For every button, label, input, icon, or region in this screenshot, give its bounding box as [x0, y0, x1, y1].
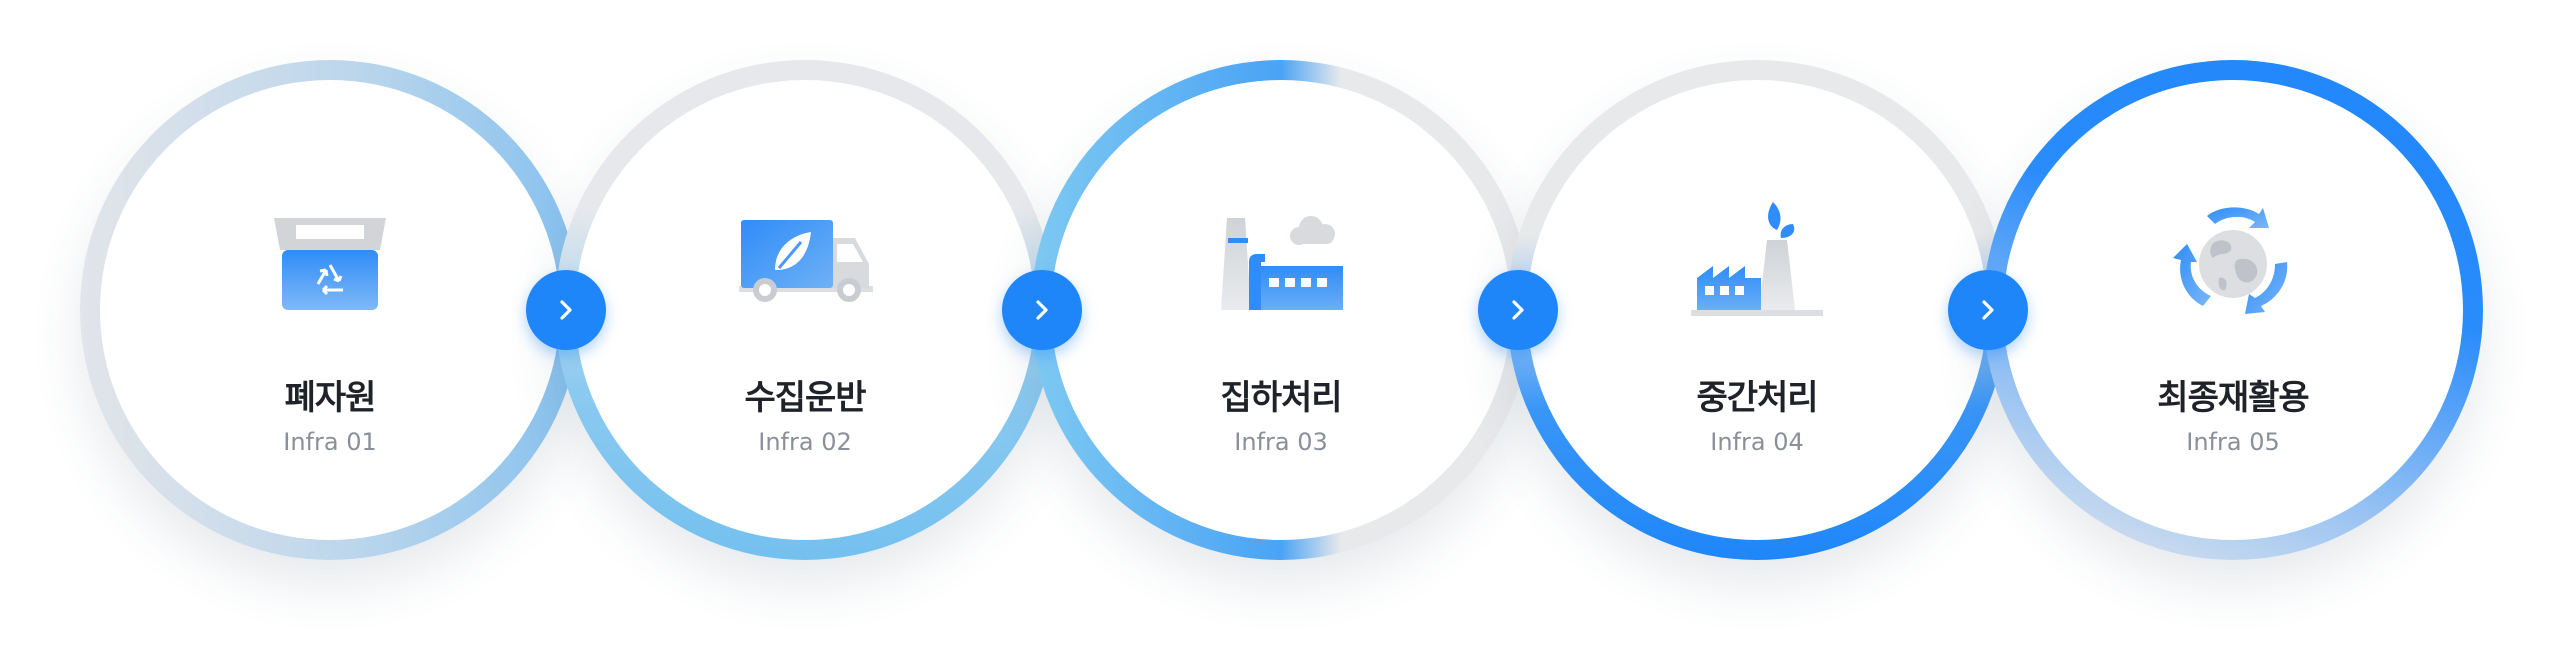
step-waste-resource: 폐자원 Infra 01 [80, 60, 580, 560]
step-subtitle: Infra 05 [2186, 428, 2280, 456]
next-step-button-2[interactable] [1002, 270, 1082, 350]
globe-recycle-icon [2163, 198, 2303, 328]
step-circle: 중간처리 Infra 04 [1527, 80, 1987, 540]
next-step-button-1[interactable] [526, 270, 606, 350]
step-circle: 최종재활용 Infra 05 [2003, 80, 2463, 540]
truck-icon [735, 198, 875, 328]
recycle-bin-icon [260, 198, 400, 328]
eco-factory-icon [1687, 198, 1827, 328]
step-circle: 집하처리 Infra 03 [1051, 80, 1511, 540]
step-subtitle: Infra 01 [283, 428, 377, 456]
collection-plant-icon [1211, 198, 1351, 328]
step-title: 폐자원 [284, 378, 377, 418]
step-title: 수집운반 [744, 378, 866, 418]
step-intermediate-processing: 중간처리 Infra 04 [1507, 60, 2007, 560]
step-title: 최종재활용 [2157, 378, 2309, 418]
step-title: 집하처리 [1220, 378, 1342, 418]
step-subtitle: Infra 03 [1234, 428, 1328, 456]
step-collection-processing: 집하처리 Infra 03 [1031, 60, 1531, 560]
chevron-right-icon [1982, 300, 1994, 320]
step-subtitle: Infra 02 [758, 428, 852, 456]
process-flow-diagram: 폐자원 Infra 01 수집운반 Infra 02 집하처리 Infra 03… [0, 0, 2560, 658]
chevron-right-icon [1036, 300, 1048, 320]
step-subtitle: Infra 04 [1710, 428, 1804, 456]
chevron-right-icon [560, 300, 572, 320]
next-step-button-4[interactable] [1948, 270, 2028, 350]
step-circle: 폐자원 Infra 01 [100, 80, 560, 540]
step-collection-transport: 수집운반 Infra 02 [555, 60, 1055, 560]
chevron-right-icon [1512, 300, 1524, 320]
step-final-recycling: 최종재활용 Infra 05 [1983, 60, 2483, 560]
next-step-button-3[interactable] [1478, 270, 1558, 350]
step-title: 중간처리 [1696, 378, 1818, 418]
step-circle: 수집운반 Infra 02 [575, 80, 1035, 540]
